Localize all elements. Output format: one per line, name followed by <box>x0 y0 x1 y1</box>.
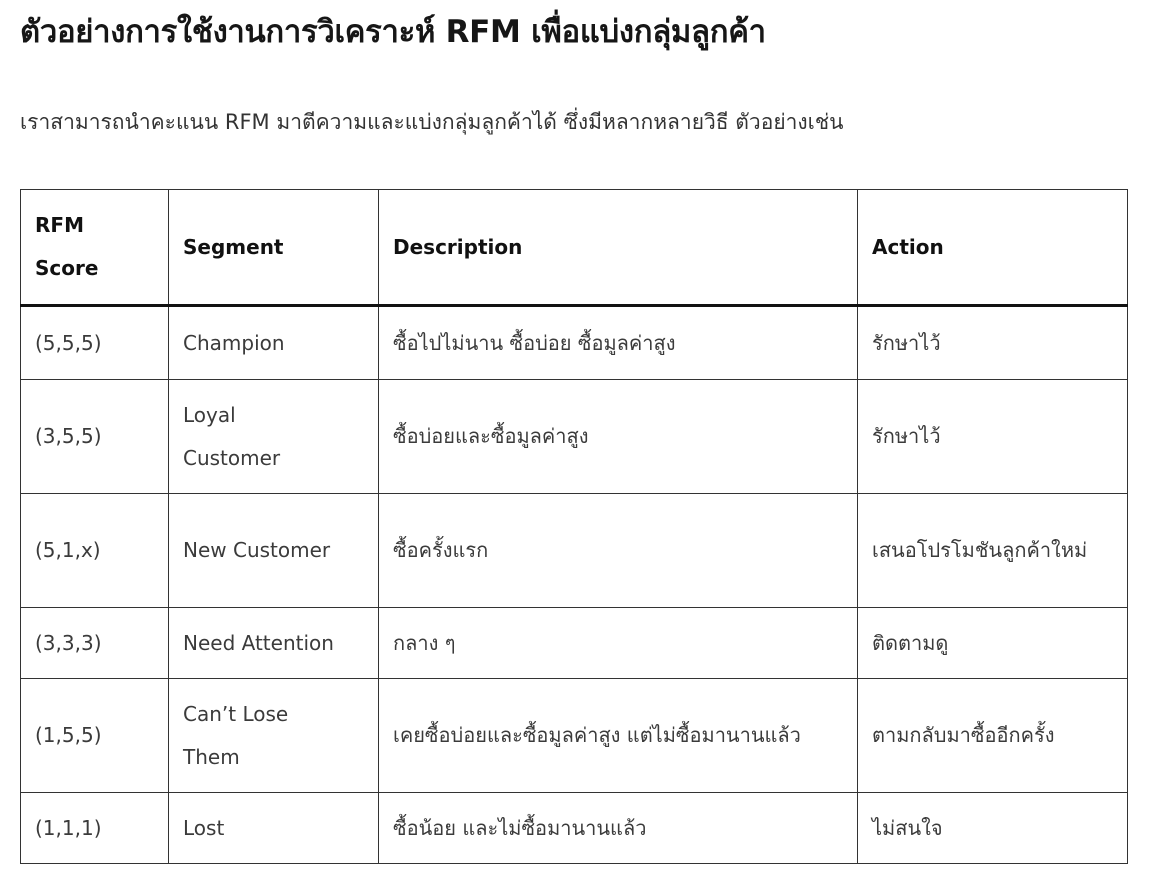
cell-action: ตามกลับมาซื้ออีกครั้ง <box>857 678 1128 793</box>
cell-rfm-score: (1,5,5) <box>20 678 169 793</box>
intro-paragraph: เราสามารถนำคะแนน RFM มาตีความและแบ่งกลุ่… <box>20 110 844 134</box>
cell-segment: Can’t Lose Them <box>168 678 379 793</box>
table-header-row: RFM Score Segment Description Action <box>20 189 1128 307</box>
cell-segment: Champion <box>168 305 379 380</box>
cell-action: รักษาไว้ <box>857 305 1128 380</box>
table-row: (5,1,x) New Customer ซื้อครั้งแรก เสนอโป… <box>20 493 1128 608</box>
cell-action: ไม่สนใจ <box>857 792 1128 864</box>
header-segment: Segment <box>168 189 379 307</box>
header-rfm-score: RFM Score <box>20 189 169 307</box>
cell-action: รักษาไว้ <box>857 379 1128 494</box>
cell-description: กลาง ๆ <box>378 607 858 679</box>
cell-segment: Loyal Customer <box>168 379 379 494</box>
page-title: ตัวอย่างการใช้งานการวิเคราะห์ RFM เพื่อแ… <box>20 14 766 50</box>
cell-rfm-score: (5,1,x) <box>20 493 169 608</box>
cell-action: เสนอโปรโมชันลูกค้าใหม่ <box>857 493 1128 608</box>
header-description: Description <box>378 189 858 307</box>
cell-description: ซื้อครั้งแรก <box>378 493 858 608</box>
cell-description: ซื้อบ่อยและซื้อมูลค่าสูง <box>378 379 858 494</box>
table-row: (3,3,3) Need Attention กลาง ๆ ติดตามดู <box>20 607 1128 679</box>
cell-description: ซื้อน้อย และไม่ซื้อมานานแล้ว <box>378 792 858 864</box>
header-action: Action <box>857 189 1128 307</box>
table-row: (1,5,5) Can’t Lose Them เคยซื้อบ่อยและซื… <box>20 678 1128 793</box>
cell-description: ซื้อไปไม่นาน ซื้อบ่อย ซื้อมูลค่าสูง <box>378 305 858 380</box>
table-row: (1,1,1) Lost ซื้อน้อย และไม่ซื้อมานานแล้… <box>20 792 1128 864</box>
table-row: (5,5,5) Champion ซื้อไปไม่นาน ซื้อบ่อย ซ… <box>20 305 1128 380</box>
cell-description: เคยซื้อบ่อยและซื้อมูลค่าสูง แต่ไม่ซื้อมา… <box>378 678 858 793</box>
cell-action: ติดตามดู <box>857 607 1128 679</box>
cell-segment: New Customer <box>168 493 379 608</box>
cell-rfm-score: (3,3,3) <box>20 607 169 679</box>
cell-rfm-score: (5,5,5) <box>20 305 169 380</box>
cell-rfm-score: (3,5,5) <box>20 379 169 494</box>
table-row: (3,5,5) Loyal Customer ซื้อบ่อยและซื้อมู… <box>20 379 1128 494</box>
cell-segment: Lost <box>168 792 379 864</box>
rfm-segment-table: RFM Score Segment Description Action (5,… <box>20 189 1128 864</box>
cell-segment: Need Attention <box>168 607 379 679</box>
cell-rfm-score: (1,1,1) <box>20 792 169 864</box>
